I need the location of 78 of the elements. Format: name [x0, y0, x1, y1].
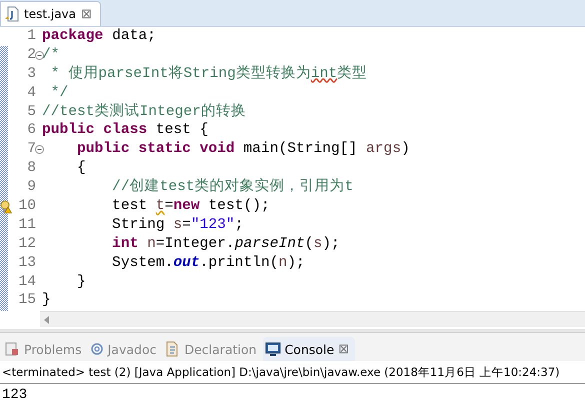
line-number: 12 — [18, 236, 36, 252]
code-text: ); — [322, 234, 340, 254]
variable-name: n — [278, 254, 288, 273]
panel-tab[interactable]: Javadoc — [88, 337, 162, 361]
line-number: 7 — [27, 141, 36, 158]
line-number: 9 — [27, 179, 36, 196]
line-number: 13 — [18, 254, 36, 271]
code-text: = — [182, 216, 191, 235]
code-text: ( — [304, 234, 314, 254]
java-file-icon — [5, 6, 19, 22]
problems-icon — [4, 341, 20, 357]
tab-label: Console — [284, 342, 334, 356]
line-number: 4 — [27, 84, 36, 101]
code-comment: */ — [50, 84, 68, 103]
close-icon[interactable]: ⊠ — [81, 6, 92, 22]
code-comment: //test类测试Integer的转换 — [42, 102, 246, 122]
field-name: out — [173, 254, 200, 273]
tab-label: Problems — [24, 342, 82, 356]
line-number: 15 — [18, 292, 36, 308]
code-comment: /* — [42, 46, 60, 65]
string-literal: "123" — [190, 216, 235, 235]
collapse-icon[interactable] — [35, 145, 44, 154]
tab-label: Javadoc — [108, 342, 156, 356]
code-text: System. — [111, 254, 174, 273]
close-icon[interactable]: ⊠ — [338, 342, 350, 356]
line-number: 11 — [18, 216, 36, 233]
panel-tab[interactable]: Declaration — [162, 337, 263, 361]
code-text: test — [111, 197, 148, 216]
line-number: 5 — [27, 104, 36, 120]
flagged-variable: t — [156, 197, 165, 216]
panel-tab[interactable]: Problems — [2, 337, 88, 361]
line-number: 2 — [27, 46, 36, 63]
keyword: public static void — [76, 140, 235, 160]
line-number: 3 — [27, 66, 36, 82]
code-text: main(String[] — [242, 140, 358, 160]
code-text: } — [42, 291, 51, 310]
variable-name: s — [314, 234, 322, 254]
code-text: .println( — [200, 254, 278, 273]
code-text: { — [76, 159, 86, 178]
code-text: = — [164, 197, 174, 216]
variable-name: args — [366, 140, 402, 160]
code-text: } — [76, 272, 86, 292]
keyword: int — [111, 234, 138, 254]
keyword: package — [42, 27, 104, 46]
variable-name: s — [173, 216, 182, 235]
code-text: ); — [287, 254, 305, 273]
code-comment: //创建test类的对象实例，引用为t — [111, 178, 354, 198]
code-text: data; — [111, 27, 156, 46]
code-text: test(); — [207, 197, 270, 216]
horizontal-scrollbar[interactable] — [40, 311, 585, 327]
panel-tab[interactable]: Console ⊠ — [262, 337, 356, 361]
flagged-word: int — [310, 64, 338, 84]
collapse-icon[interactable] — [35, 50, 44, 60]
code-text: ; — [234, 216, 244, 235]
lightbulb-warning-icon[interactable] — [0, 200, 12, 214]
document-icon — [164, 341, 180, 357]
tab-label: Declaration — [184, 342, 257, 356]
variable-name: n — [146, 234, 156, 254]
left-arrow-icon[interactable] — [44, 316, 50, 324]
code-comment: * 使用parseInt将String类型转换为 — [50, 64, 311, 84]
code-comment: 类型 — [337, 64, 368, 84]
code-text: ) — [401, 140, 410, 160]
tab-label: test.java — [24, 7, 76, 21]
console-output: 123 — [1, 386, 28, 405]
editor-tab[interactable]: test.java ⊠ — [0, 1, 101, 26]
console-status: <terminated> test (2) [Java Application] D:\java\jre\bin\javaw.exe (2018年11月6日 上午10:24:37) — [0, 361, 585, 384]
line-number: 10 — [18, 198, 36, 214]
line-number: 14 — [18, 274, 36, 290]
line-number: 6 — [27, 122, 36, 138]
line-number: 8 — [27, 160, 36, 176]
code-text: test { — [154, 121, 208, 140]
keyword: public class — [42, 121, 148, 140]
keyword: new — [173, 197, 200, 216]
method-name: parseInt — [234, 234, 305, 254]
code-text: =Integer. — [156, 234, 235, 254]
monitor-icon — [264, 341, 281, 357]
line-number: 1 — [27, 28, 36, 44]
code-text: String — [111, 216, 166, 235]
